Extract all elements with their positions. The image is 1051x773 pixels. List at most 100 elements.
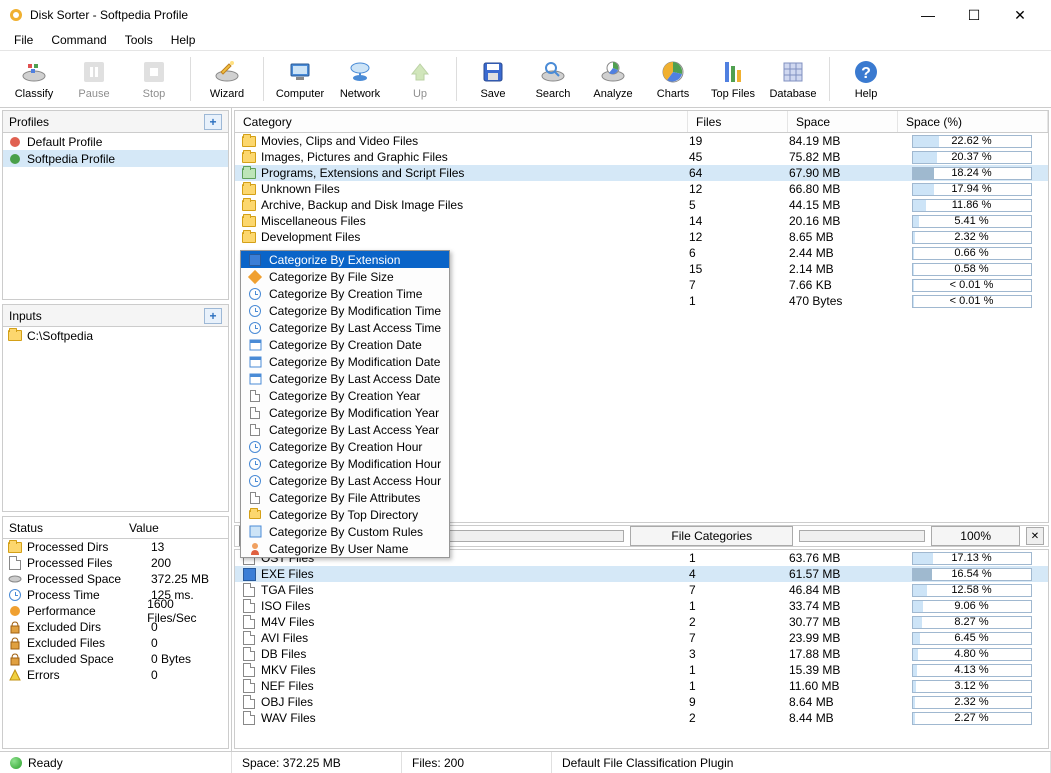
percent-bar: 5.41 % bbox=[912, 215, 1032, 228]
status-ready: Ready bbox=[28, 756, 63, 770]
grid-row[interactable]: M4V Files230.77 MB8.27 % bbox=[235, 614, 1048, 630]
context-menu-item[interactable]: Categorize By Extension bbox=[241, 251, 449, 268]
grid-row[interactable]: EXE Files461.57 MB16.54 % bbox=[235, 566, 1048, 582]
context-menu-item[interactable]: Categorize By Creation Year bbox=[241, 387, 449, 404]
warn-icon bbox=[7, 667, 23, 683]
range-slider[interactable] bbox=[445, 530, 624, 542]
up-button: Up bbox=[392, 53, 448, 105]
grid-row[interactable]: TGA Files746.84 MB12.58 % bbox=[235, 582, 1048, 598]
menu-tools[interactable]: Tools bbox=[117, 31, 161, 49]
grid-row[interactable]: DB Files317.88 MB4.80 % bbox=[235, 646, 1048, 662]
grid-row[interactable]: Movies, Clips and Video Files1984.19 MB2… bbox=[235, 133, 1048, 149]
context-menu-item[interactable]: Categorize By Custom Rules bbox=[241, 523, 449, 540]
grid-row[interactable]: Archive, Backup and Disk Image Files544.… bbox=[235, 197, 1048, 213]
percent-bar: 16.54 % bbox=[912, 568, 1032, 581]
folder-open-icon bbox=[241, 165, 257, 181]
grid-row[interactable]: Unknown Files1266.80 MB17.94 % bbox=[235, 181, 1048, 197]
help-button[interactable]: ?Help bbox=[838, 53, 894, 105]
context-menu-item[interactable]: Categorize By Last Access Year bbox=[241, 421, 449, 438]
col-space-pct[interactable]: Space (%) bbox=[898, 111, 1048, 132]
add-input-button[interactable]: + bbox=[204, 308, 222, 324]
database-button[interactable]: Database bbox=[765, 53, 821, 105]
context-menu-item[interactable]: Categorize By Modification Time bbox=[241, 302, 449, 319]
profile-item[interactable]: Default Profile bbox=[3, 133, 228, 150]
input-item[interactable]: C:\Softpedia bbox=[3, 327, 228, 344]
maximize-button[interactable]: ☐ bbox=[951, 0, 997, 30]
topfiles-button[interactable]: Top Files bbox=[705, 53, 761, 105]
context-menu-item[interactable]: Categorize By Last Access Hour bbox=[241, 472, 449, 489]
context-menu-item[interactable]: Categorize By User Name bbox=[241, 540, 449, 557]
analyze-button[interactable]: Analyze bbox=[585, 53, 641, 105]
file-icon bbox=[241, 678, 257, 694]
grid-row[interactable]: OBJ Files98.64 MB2.32 % bbox=[235, 694, 1048, 710]
percent-bar: 2.32 % bbox=[912, 231, 1032, 244]
file-icon bbox=[241, 662, 257, 678]
context-menu-item[interactable]: Categorize By Creation Time bbox=[241, 285, 449, 302]
context-menu-item[interactable]: Categorize By File Attributes bbox=[241, 489, 449, 506]
grid-row[interactable]: Images, Pictures and Graphic Files4575.8… bbox=[235, 149, 1048, 165]
context-menu-item[interactable]: Categorize By Modification Year bbox=[241, 404, 449, 421]
col-files[interactable]: Files bbox=[688, 111, 788, 132]
doc-icon bbox=[247, 405, 263, 421]
classify-button[interactable]: Classify bbox=[6, 53, 62, 105]
grid-row[interactable]: WAV Files28.44 MB2.27 % bbox=[235, 710, 1048, 726]
filetype-grid: OST Files163.76 MB17.13 %EXE Files461.57… bbox=[234, 549, 1049, 749]
percent-bar: 0.66 % bbox=[912, 247, 1032, 260]
diamond-icon bbox=[247, 269, 263, 285]
obj-icon bbox=[241, 694, 257, 710]
percent-bar: 18.24 % bbox=[912, 167, 1032, 180]
menu-file[interactable]: File bbox=[6, 31, 41, 49]
close-button[interactable]: ✕ bbox=[997, 0, 1043, 30]
grid-row[interactable]: MKV Files115.39 MB4.13 % bbox=[235, 662, 1048, 678]
stop-icon bbox=[140, 58, 168, 86]
save-icon bbox=[479, 58, 507, 86]
pause-icon bbox=[80, 58, 108, 86]
folder-icon bbox=[241, 213, 257, 229]
file-icon bbox=[7, 555, 23, 571]
wizard-button[interactable]: Wizard bbox=[199, 53, 255, 105]
status-pane: Status Value Processed Dirs13Processed F… bbox=[2, 516, 229, 749]
search-button[interactable]: Search bbox=[525, 53, 581, 105]
computer-button[interactable]: Computer bbox=[272, 53, 328, 105]
context-menu-item[interactable]: Categorize By Creation Hour bbox=[241, 438, 449, 455]
grid-row[interactable]: Programs, Extensions and Script Files646… bbox=[235, 165, 1048, 181]
status-space: Space: 372.25 MB bbox=[242, 756, 341, 770]
percent-bar: 8.27 % bbox=[912, 616, 1032, 629]
file-categories-segment[interactable]: File Categories bbox=[630, 526, 793, 546]
status-row: Processed Space372.25 MB bbox=[3, 571, 228, 587]
col-space[interactable]: Space bbox=[788, 111, 898, 132]
computer-icon bbox=[286, 58, 314, 86]
zoom-slider[interactable] bbox=[799, 530, 925, 542]
context-menu-item[interactable]: Categorize By File Size bbox=[241, 268, 449, 285]
charts-button[interactable]: Charts bbox=[645, 53, 701, 105]
menu-command[interactable]: Command bbox=[43, 31, 114, 49]
cal-icon bbox=[247, 354, 263, 370]
minimize-button[interactable]: — bbox=[905, 0, 951, 30]
file-icon bbox=[241, 582, 257, 598]
context-menu-item[interactable]: Categorize By Modification Date bbox=[241, 353, 449, 370]
context-menu-item[interactable]: Categorize By Modification Hour bbox=[241, 455, 449, 472]
add-profile-button[interactable]: + bbox=[204, 114, 222, 130]
context-menu-item[interactable]: Categorize By Last Access Time bbox=[241, 319, 449, 336]
zoom-label[interactable]: 100% bbox=[931, 526, 1020, 546]
col-category[interactable]: Category bbox=[235, 111, 688, 132]
percent-bar: 3.12 % bbox=[912, 680, 1032, 693]
grid-row[interactable]: Miscellaneous Files1420.16 MB5.41 % bbox=[235, 213, 1048, 229]
network-button[interactable]: Network bbox=[332, 53, 388, 105]
context-menu-item[interactable]: Categorize By Last Access Date bbox=[241, 370, 449, 387]
grid-row[interactable]: AVI Files723.99 MB6.45 % bbox=[235, 630, 1048, 646]
save-button[interactable]: Save bbox=[465, 53, 521, 105]
profile-item[interactable]: Softpedia Profile bbox=[3, 150, 228, 167]
grid-row[interactable]: NEF Files111.60 MB3.12 % bbox=[235, 678, 1048, 694]
clock-icon bbox=[247, 303, 263, 319]
pause-button: Pause bbox=[66, 53, 122, 105]
context-menu-item[interactable]: Categorize By Top Directory bbox=[241, 506, 449, 523]
doc-icon bbox=[247, 422, 263, 438]
context-menu-item[interactable]: Categorize By Creation Date bbox=[241, 336, 449, 353]
app-icon bbox=[8, 7, 24, 23]
search-icon bbox=[539, 58, 567, 86]
menu-help[interactable]: Help bbox=[163, 31, 204, 49]
grid-row[interactable]: ISO Files133.74 MB9.06 % bbox=[235, 598, 1048, 614]
grid-row[interactable]: Development Files128.65 MB2.32 % bbox=[235, 229, 1048, 245]
close-panel-button[interactable]: ✕ bbox=[1026, 527, 1044, 545]
